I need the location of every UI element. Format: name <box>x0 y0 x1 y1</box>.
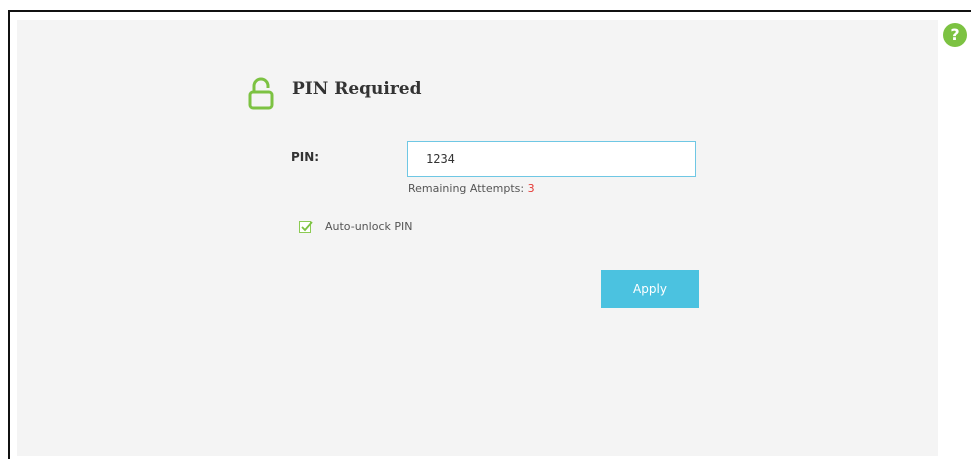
pin-label: PIN: <box>291 150 320 164</box>
apply-button[interactable]: Apply <box>601 270 699 308</box>
auto-unlock-checkbox[interactable] <box>299 220 313 233</box>
page-title: PIN Required <box>292 79 422 99</box>
content-panel <box>17 20 938 456</box>
checkmark-icon <box>301 220 313 231</box>
remaining-attempts-count: 3 <box>527 182 535 195</box>
auto-unlock-option[interactable]: Auto-unlock PIN <box>299 220 412 233</box>
remaining-attempts-label: Remaining Attempts: <box>408 182 525 195</box>
lock-icon <box>248 76 274 110</box>
pin-input[interactable] <box>407 141 696 177</box>
auto-unlock-label: Auto-unlock PIN <box>325 220 413 233</box>
remaining-attempts: Remaining Attempts: 3 <box>408 182 535 195</box>
help-icon[interactable]: ? <box>943 23 967 47</box>
